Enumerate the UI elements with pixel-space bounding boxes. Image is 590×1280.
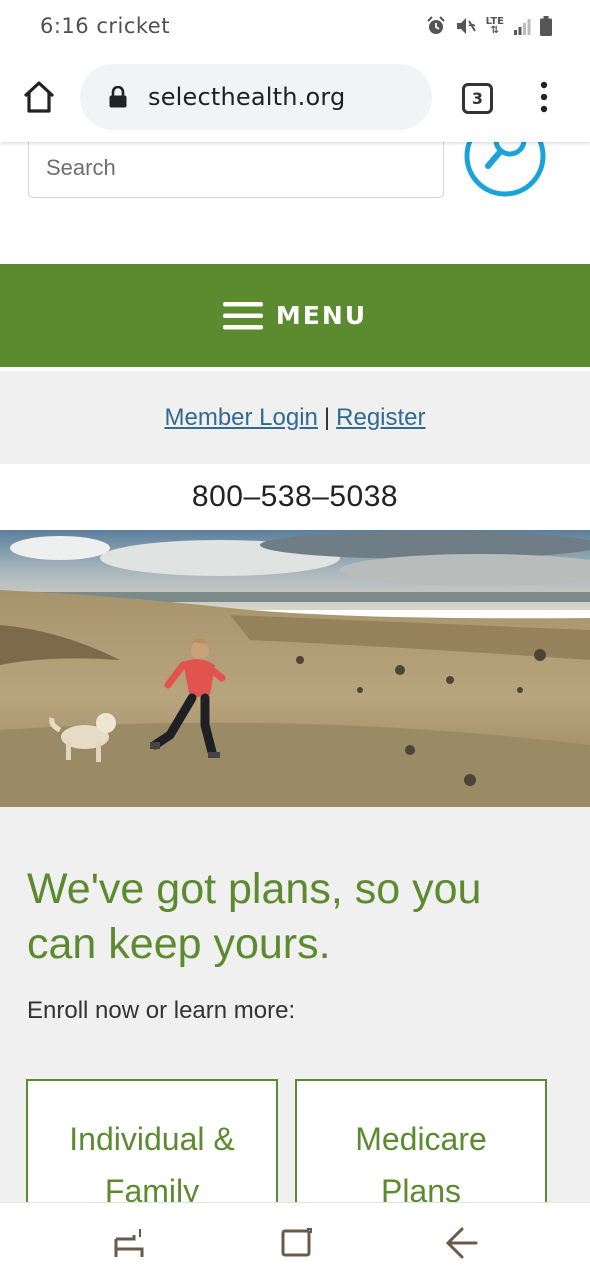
page-headline: We've got plans, so you can keep yours. <box>27 865 482 968</box>
recent-apps-icon[interactable] <box>112 1223 152 1263</box>
lte-indicator: LTE ⇅ <box>486 17 504 36</box>
signal-icon <box>514 19 531 35</box>
plan-card-label[interactable]: Individual & Family <box>52 1113 252 1202</box>
address-bar[interactable]: selecthealth.org <box>80 64 432 130</box>
link-separator: | <box>323 403 331 431</box>
hero-photo-woman-running-with-dog <box>0 530 590 807</box>
plan-card-individual-family[interactable]: Individual & Family <box>26 1079 278 1202</box>
plans-section: We've got plans, so you can keep yours. … <box>0 807 590 1202</box>
search-placeholder: Search <box>46 155 116 180</box>
phone-number-text[interactable]: 800–538–5038 <box>192 480 398 514</box>
plan-card-medicare[interactable]: Medicare Plans <box>295 1079 547 1202</box>
home-icon[interactable] <box>20 78 58 116</box>
mute-icon <box>456 18 476 34</box>
alarm-icon <box>426 16 445 34</box>
plan-card-label[interactable]: Medicare Plans <box>321 1113 521 1202</box>
back-icon[interactable] <box>440 1223 480 1263</box>
member-login-link[interactable]: Member Login <box>164 404 317 432</box>
home-nav-icon[interactable] <box>277 1223 317 1263</box>
menu-label: MENU <box>275 301 368 330</box>
tab-count: 3 <box>471 89 484 108</box>
register-link[interactable]: Register <box>336 404 425 432</box>
hamburger-icon <box>222 301 263 329</box>
more-vert-icon[interactable] <box>535 80 553 114</box>
data-arrows-icon: ⇅ <box>490 25 499 36</box>
status-time-carrier: 6:16 cricket <box>40 14 170 38</box>
status-icons: LTE ⇅ <box>426 16 552 36</box>
site-search: Search <box>0 142 590 264</box>
tabs-icon[interactable]: 3 <box>462 83 493 114</box>
search-icon[interactable] <box>462 142 548 198</box>
account-links: Member Login | Register <box>0 371 590 464</box>
battery-icon <box>540 16 552 36</box>
system-nav-bar <box>0 1202 590 1280</box>
phone-number[interactable]: 800–538–5038 <box>0 464 590 530</box>
enroll-subtext: Enroll now or learn more: <box>27 997 296 1024</box>
hero-image <box>0 530 590 807</box>
status-bar: 6:16 cricket LTE ⇅ <box>0 0 590 52</box>
url-text[interactable]: selecthealth.org <box>148 83 345 111</box>
lock-icon <box>109 86 127 108</box>
menu-button[interactable]: MENU <box>0 264 590 367</box>
search-input[interactable]: Search <box>28 142 444 198</box>
browser-toolbar: selecthealth.org 3 <box>0 52 590 142</box>
